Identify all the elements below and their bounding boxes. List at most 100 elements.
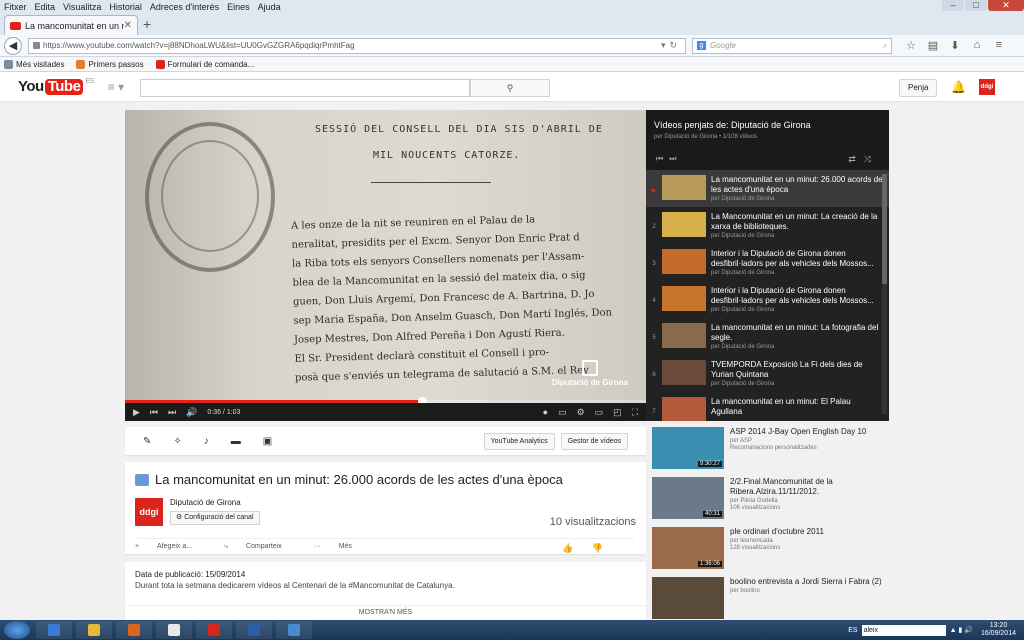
maximize-icon[interactable]: □	[965, 0, 987, 11]
related-title[interactable]: ASP 2014 J-Bay Open English Day 10	[730, 427, 866, 437]
close-window-icon[interactable]: ✕	[988, 0, 1024, 11]
channel-name[interactable]: Diputació de Girona	[170, 498, 260, 507]
youtube-search-input[interactable]	[140, 79, 470, 97]
related-video-item[interactable]: 9:30:27 ASP 2014 J-Bay Open English Day 1…	[652, 427, 890, 477]
playlist-item[interactable]: 2 La Mancomunitat en un minut: La creació…	[646, 207, 889, 244]
next-icon[interactable]: ⏭	[168, 407, 176, 418]
taskbar-app[interactable]	[276, 621, 312, 639]
captions-icon[interactable]: ▭	[558, 407, 567, 418]
taskbar-search-field[interactable]: aleix	[861, 624, 946, 636]
back-button[interactable]: ◀	[4, 36, 22, 55]
related-thumbnail[interactable]: 9:30:27	[652, 427, 724, 469]
channel-avatar[interactable]: ddgi	[135, 498, 163, 526]
youtube-logo[interactable]: You Tube ES	[18, 78, 94, 95]
bookmarks-list-icon[interactable]: ▤	[922, 39, 944, 52]
taskbar-app[interactable]	[76, 621, 112, 639]
dislike-icon[interactable]: 👎	[592, 543, 603, 553]
subtitles-cc-icon[interactable]: ▣	[263, 436, 272, 447]
home-icon[interactable]: ⌂	[966, 39, 988, 52]
playlist-thumbnail[interactable]	[662, 175, 706, 200]
taskbar-app[interactable]	[36, 621, 72, 639]
language-indicator[interactable]: ES	[848, 627, 857, 634]
youtube-search-button[interactable]: ⚲	[470, 79, 550, 97]
menu-edit[interactable]: Edita	[35, 2, 56, 12]
taskbar-app[interactable]	[156, 621, 192, 639]
start-button[interactable]	[4, 621, 30, 639]
scrollbar-thumb[interactable]	[882, 174, 887, 284]
bookmark-first-steps[interactable]: Primers passos	[76, 59, 144, 69]
add-to-button[interactable]: + Afegeix a...	[135, 543, 208, 554]
related-video-item[interactable]: 1:36:06 ple ordinari d'octubre 2011 per le…	[652, 527, 890, 577]
playlist-thumbnail[interactable]	[662, 397, 706, 421]
download-icon[interactable]: ⬇	[944, 39, 966, 52]
like-icon[interactable]: 👍	[562, 543, 573, 553]
playlist-thumbnail[interactable]	[662, 212, 706, 237]
related-thumbnail[interactable]: 1:36:06	[652, 527, 724, 569]
playlist-item[interactable]: 7 La mancomunitat en un minut: El Palau A…	[646, 392, 889, 421]
playlist-thumbnail[interactable]	[662, 360, 706, 385]
related-title[interactable]: 2/2.Final.Mancomunitat de la Ribera.Alzi…	[730, 477, 890, 497]
menu-icon[interactable]: ≡	[988, 39, 1010, 52]
annotations-bubble-icon[interactable]: ▬	[231, 436, 241, 447]
tray-icons[interactable]: ▲ ▮ 🔊	[950, 626, 973, 634]
menu-history[interactable]: Historial	[109, 2, 142, 12]
tab-close-icon[interactable]: ✕	[124, 20, 132, 31]
settings-gear-icon[interactable]: ⚙	[577, 407, 585, 418]
previous-icon[interactable]: ⏮	[150, 407, 158, 418]
audio-note-icon[interactable]: ♪	[204, 436, 209, 447]
taskbar-app[interactable]	[236, 621, 272, 639]
playlist-item[interactable]: 5 La mancomunitat en un minut: La fotogra…	[646, 318, 889, 355]
show-more-button[interactable]: MOSTRA'N MÉS	[125, 605, 646, 616]
edit-pencil-icon[interactable]: ✎	[143, 436, 151, 447]
playlist-thumbnail[interactable]	[662, 249, 706, 274]
related-thumbnail[interactable]	[652, 577, 724, 619]
playlist-item[interactable]: 4 Interior i la Diputació de Girona donen…	[646, 281, 889, 318]
next-video-icon[interactable]: ⏭	[669, 154, 682, 163]
taskbar-app[interactable]	[196, 621, 232, 639]
popout-icon[interactable]: ◰	[613, 407, 622, 418]
taskbar-app[interactable]	[116, 621, 152, 639]
upload-button[interactable]: Penja	[899, 79, 938, 97]
browser-search-field[interactable]: g Google ⌕	[692, 37, 892, 54]
volume-icon[interactable]: 🔊	[186, 407, 197, 418]
bookmark-star-icon[interactable]: ☆	[900, 39, 922, 52]
related-title[interactable]: boolino entrevista a Jordi Sierra i Fabr…	[730, 577, 882, 587]
video-manager-button[interactable]: Gestor de vídeos	[560, 432, 628, 450]
playlist-title[interactable]: Vídeos penjats de: Diputació de Girona	[654, 120, 881, 130]
guide-menu-icon[interactable]: ≡ ▾	[108, 80, 124, 94]
notifications-bell-icon[interactable]: 🔔	[951, 80, 966, 94]
share-button[interactable]: ⤷ Comparteix	[224, 543, 298, 554]
bookmark-most-visited[interactable]: Més visitades	[4, 59, 64, 69]
playlist-item[interactable]: 6 TVEMPORDA Exposició La Fi dels dies de …	[646, 355, 889, 392]
channel-settings-button[interactable]: ⚙ Configuració del canal	[170, 511, 260, 525]
reload-icon[interactable]: ▾↻	[661, 40, 681, 51]
fullscreen-icon[interactable]: ⛶	[632, 407, 638, 418]
browser-tab[interactable]: La mancomunitat en un mi... ✕	[4, 15, 138, 35]
loop-icon[interactable]: ⇄	[848, 154, 864, 164]
clock[interactable]: 13:20 16/09/2014	[981, 622, 1016, 638]
video-player[interactable]: SESSIÓ DEL CONSELL DEL DIA SIS D'ABRIL D…	[125, 110, 646, 421]
account-avatar[interactable]: ddgi	[979, 79, 995, 95]
playlist-thumbnail[interactable]	[662, 286, 706, 311]
related-thumbnail[interactable]: 40:31	[652, 477, 724, 519]
new-tab-icon[interactable]: +	[143, 16, 151, 32]
menu-tools[interactable]: Eines	[227, 2, 250, 12]
theater-mode-icon[interactable]: ▭	[595, 407, 604, 418]
youtube-analytics-button[interactable]: YouTube Analytics	[483, 432, 555, 450]
search-icon[interactable]: ⌕	[883, 41, 887, 51]
related-video-item[interactable]: 40:31 2/2.Final.Mancomunitat de la Ribera…	[652, 477, 890, 527]
enhancements-wand-icon[interactable]: ✧	[173, 436, 181, 447]
shuffle-icon[interactable]: ⤨	[864, 154, 879, 164]
more-button[interactable]: ··· Més	[314, 543, 368, 554]
playlist-item[interactable]: 3 Interior i la Diputació de Girona donen…	[646, 244, 889, 281]
menu-help[interactable]: Ajuda	[258, 2, 281, 12]
playlist-item[interactable]: ▶ La mancomunitat en un minut: 26.000 aco…	[646, 170, 889, 207]
related-title[interactable]: ple ordinari d'octubre 2011	[730, 527, 824, 537]
minimize-icon[interactable]: –	[942, 0, 964, 11]
menu-file[interactable]: Fitxer	[4, 2, 27, 12]
playlist-scrollbar[interactable]	[882, 174, 887, 414]
prev-video-icon[interactable]: ⏮	[656, 154, 669, 163]
annotations-icon[interactable]: ●	[543, 407, 548, 418]
url-bar[interactable]: https://www.youtube.com/watch?v=j88NDhoa…	[28, 37, 686, 54]
menu-bookmarks[interactable]: Adreces d'interès	[150, 2, 219, 12]
